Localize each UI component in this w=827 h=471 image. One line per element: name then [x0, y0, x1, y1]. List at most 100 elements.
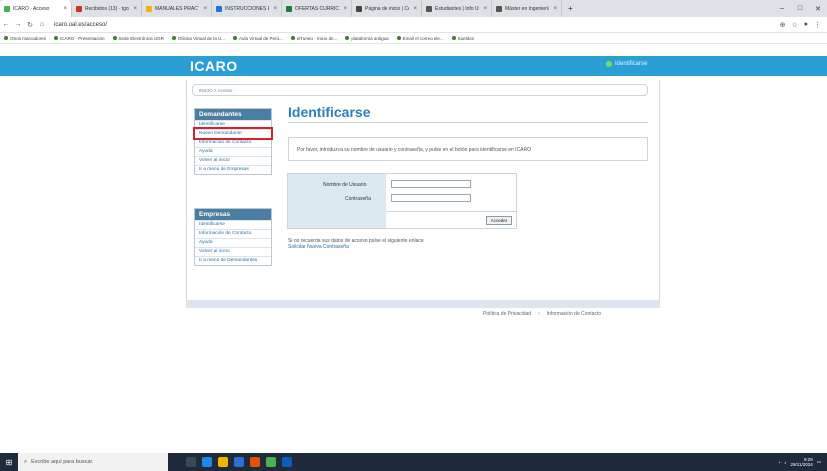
tab-label: INSTRUCCIONES Estudia	[225, 5, 269, 12]
bookmark-item[interactable]: Oficina Virtual de la U...	[171, 36, 225, 41]
forward-icon[interactable]: →	[12, 21, 24, 28]
contact-link[interactable]: Información de Contacto	[547, 311, 601, 317]
sidebar-item-empresas[interactable]: Volver al inicio	[195, 247, 271, 256]
bookmark-item[interactable]: Sueldos	[451, 36, 474, 41]
store-icon[interactable]	[234, 457, 244, 467]
tab-favicon-icon	[146, 5, 152, 12]
task-view-icon[interactable]	[186, 457, 196, 467]
bookmark-icon	[112, 36, 117, 40]
footer-separator: ::	[537, 311, 541, 317]
bookmark-icon	[345, 36, 350, 40]
tab-label: ICARO · Acceso	[13, 5, 50, 12]
bookmark-item[interactable]: Otros marcadores	[4, 36, 46, 41]
home-icon[interactable]: ⌂	[36, 21, 48, 28]
bookmark-item[interactable]: elTuneo · Inicio de...	[290, 36, 337, 41]
password-input[interactable]	[391, 194, 471, 202]
tab-close-icon[interactable]: ×	[273, 6, 277, 12]
bookmark-item[interactable]: plataforma antigua	[345, 36, 389, 41]
sidebar-item-demandantes[interactable]: Información de Contacto	[195, 138, 271, 147]
browser-tab[interactable]: ICARO · Acceso ×	[0, 0, 72, 17]
address-bar: ← → ↻ ⌂ icaro.ual.es/acceso/ ⊕ ☆ ● ⋮	[0, 17, 827, 33]
bookmark-icon	[54, 36, 59, 40]
close-window-icon[interactable]: ✕	[809, 5, 827, 13]
browser-tab[interactable]: Recibidos (13) · tgcocba ×	[72, 0, 142, 17]
maximize-icon[interactable]: □	[791, 5, 809, 12]
browser-tab[interactable]: MANUALES PRACTICAS ×	[142, 0, 212, 17]
minimize-icon[interactable]: –	[773, 5, 791, 12]
browser-tab[interactable]: INSTRUCCIONES Estudia ×	[212, 0, 282, 17]
browser-tab[interactable]: Máster en Ingeniería de×	[492, 0, 562, 17]
edge-icon[interactable]	[202, 457, 212, 467]
browser-tab[interactable]: Página de inicio | Cervan ×	[352, 0, 422, 17]
reload-icon[interactable]: ↻	[24, 21, 36, 29]
search-icon: ⌕	[24, 458, 28, 465]
bookmarks-bar: Otros marcadores ICARO · Presentación Sede…	[0, 33, 827, 44]
notifications-icon[interactable]: ▭	[817, 459, 821, 465]
sidebar-item-empresas[interactable]: Ayuda	[195, 238, 271, 247]
tab-close-icon[interactable]: ×	[413, 6, 417, 12]
sidebar-item-empresas[interactable]: Información de Contacto	[195, 229, 271, 238]
sidebar-empresas-title: Empresas	[195, 209, 271, 220]
username-label: Nombre de Usuario	[323, 182, 367, 188]
file-explorer-icon[interactable]	[218, 457, 228, 467]
volume-icon[interactable]: ♪	[784, 460, 786, 465]
login-instructions: Por favor, introduzca su nombre de usuar…	[288, 137, 648, 161]
sidebar-item-empresas[interactable]: Identificarse	[195, 220, 271, 229]
tab-label: Recibidos (13) · tgcocba	[85, 5, 129, 12]
username-input[interactable]	[391, 180, 471, 188]
bookmark-item[interactable]: Sede Electrónica UGR	[112, 36, 164, 41]
recover-password-link[interactable]: Solicitar Nueva Contraseña	[288, 244, 424, 250]
url-field[interactable]: icaro.ual.es/acceso/	[54, 22, 107, 28]
tab-close-icon[interactable]: ×	[133, 6, 137, 12]
bookmark-icon	[451, 36, 456, 40]
site-logo[interactable]: ICARO	[190, 58, 238, 74]
tab-close-icon[interactable]: ×	[553, 6, 557, 12]
tab-close-icon[interactable]: ×	[203, 6, 207, 12]
bookmark-item[interactable]: Email el correo ele...	[396, 36, 444, 41]
tab-label: Máster en Ingeniería de	[505, 5, 550, 12]
wifi-icon[interactable]: ◔	[778, 460, 781, 465]
tab-favicon-icon	[356, 5, 362, 12]
browser-tab[interactable]: OFERTAS CURRICULARES ×	[282, 0, 352, 17]
tab-close-icon[interactable]: ×	[343, 6, 347, 12]
bookmark-star-icon[interactable]: ☆	[791, 21, 797, 29]
header-identificarse-link[interactable]: Identificarse	[606, 61, 647, 67]
bookmark-icon	[4, 36, 8, 40]
windows-start-icon[interactable]: ⊞	[0, 453, 18, 471]
browser-tab[interactable]: Estudiantes | Info UGR ×	[422, 0, 492, 17]
password-recovery: Si no recuerda sus datos de acceso pulse…	[288, 238, 424, 250]
new-tab-button[interactable]: +	[562, 4, 579, 13]
taskbar-search[interactable]: ⌕ Escribe aquí para buscar.	[18, 453, 168, 471]
profile-icon[interactable]: ●	[804, 21, 808, 29]
bookmark-item[interactable]: ICARO · Presentación	[54, 36, 105, 41]
word-icon[interactable]	[282, 457, 292, 467]
acceder-button[interactable]: Acceder	[486, 216, 512, 225]
sidebar-item-empresas[interactable]: Ir a menú de Demandantes	[195, 256, 271, 265]
zoom-icon[interactable]: ⊕	[780, 21, 786, 29]
taskbar-apps	[186, 457, 292, 467]
sidebar-item-demandantes[interactable]: Volver al inicio	[195, 156, 271, 165]
sidebar-item-demandantes[interactable]: Nuevo Demandante	[193, 127, 273, 140]
office-icon[interactable]	[250, 457, 260, 467]
title-divider	[288, 122, 648, 123]
sidebar-item-demandantes[interactable]: Identificarse	[195, 120, 271, 129]
menu-icon[interactable]: ⋮	[814, 21, 821, 29]
tab-favicon-icon	[76, 5, 82, 12]
privacy-link[interactable]: Política de Privacidad	[483, 311, 531, 317]
user-status-icon	[606, 61, 612, 67]
sidebar-item-demandantes[interactable]: Ayuda	[195, 147, 271, 156]
sidebar-item-demandantes[interactable]: Ir a menú de Empresas	[195, 165, 271, 174]
tab-label: Estudiantes | Info UGR	[435, 5, 479, 12]
tab-close-icon[interactable]: ×	[63, 6, 67, 12]
tab-close-icon[interactable]: ×	[483, 6, 487, 12]
tab-favicon-icon	[216, 5, 222, 12]
tab-favicon-icon	[426, 5, 432, 12]
window-controls: – □ ✕	[773, 0, 827, 17]
sidebar-empresas: Empresas Identificarse Información de Con…	[194, 208, 272, 266]
tab-favicon-icon	[286, 5, 292, 12]
bookmark-item[interactable]: Aula Virtual de Perú...	[233, 36, 283, 41]
bookmark-icon	[233, 36, 238, 40]
back-icon[interactable]: ←	[0, 21, 12, 28]
clock[interactable]: 9:29 29/11/2024	[791, 457, 813, 467]
chrome-icon[interactable]	[266, 457, 276, 467]
